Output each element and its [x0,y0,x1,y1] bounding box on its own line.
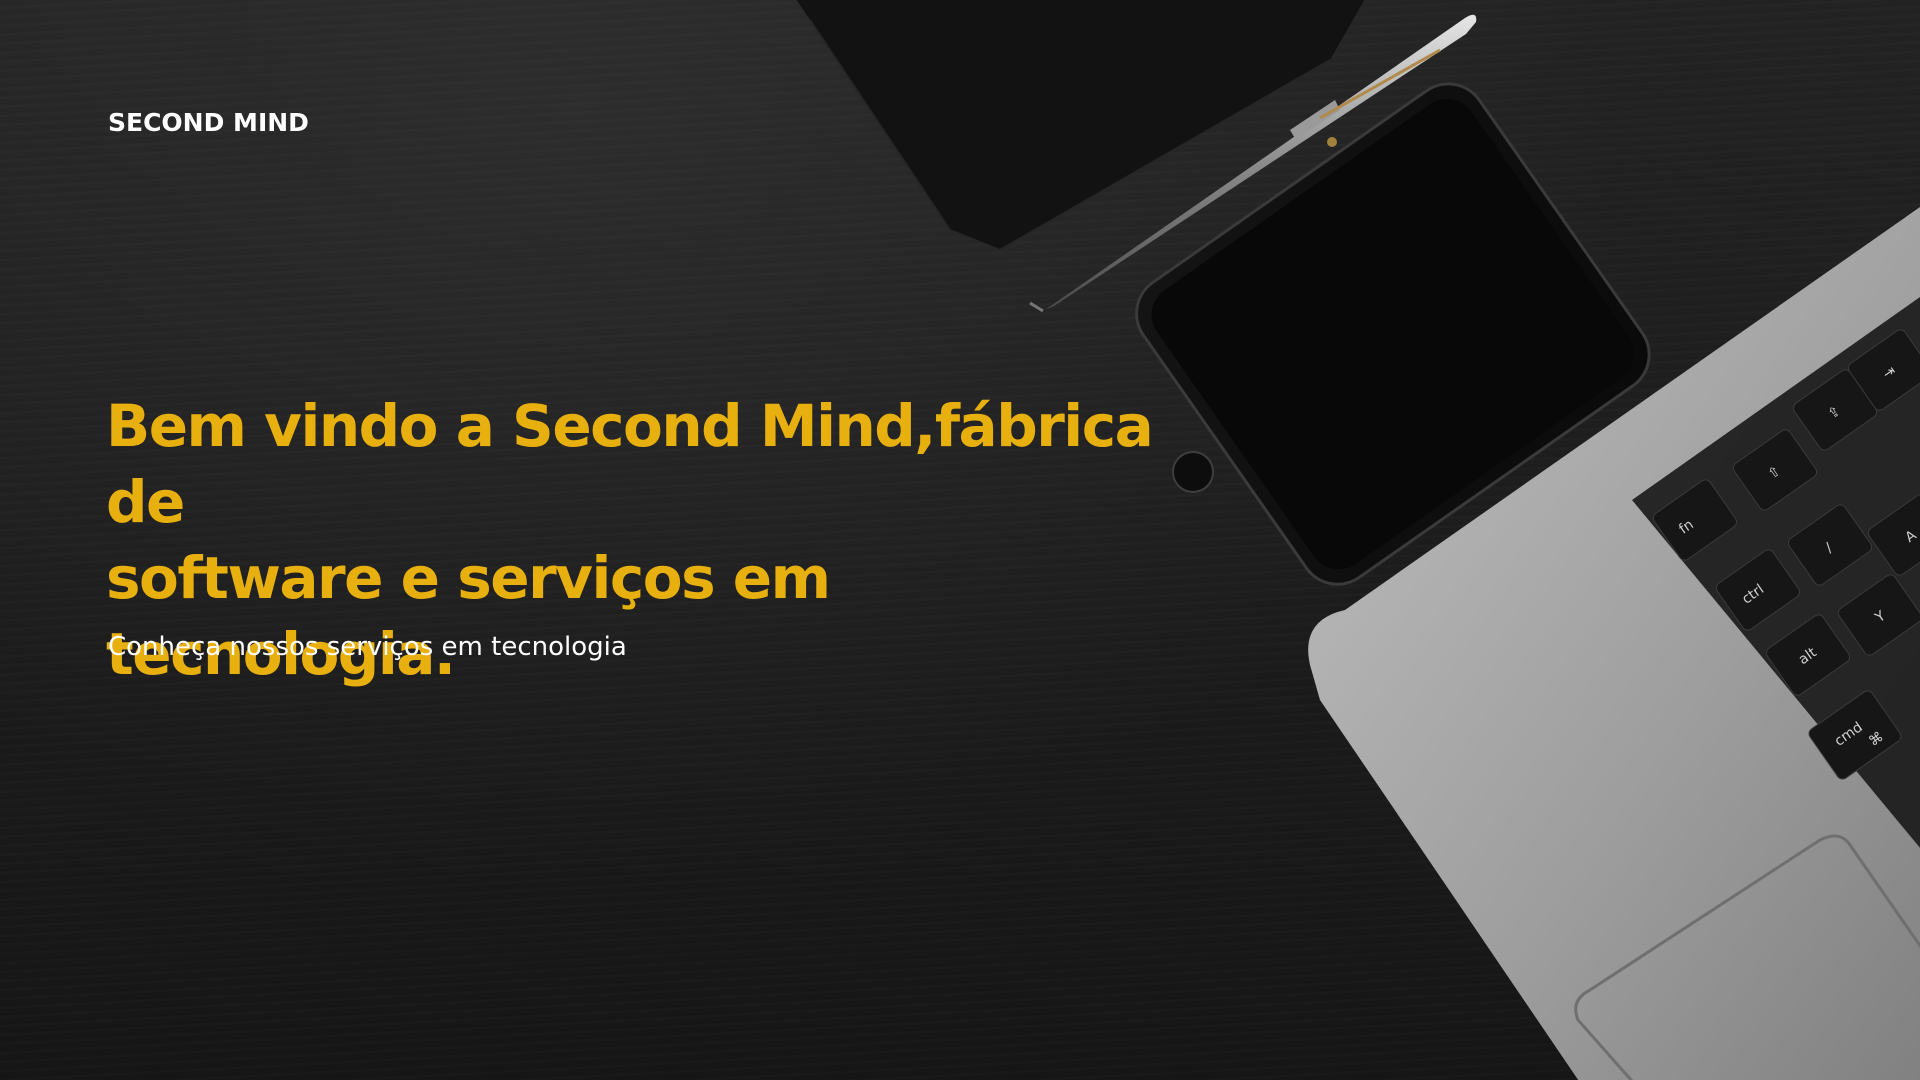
hero-section: fn ctrl alt cmd ⌘ ⇧ ⇪ ⇥ / Y A SECOND MIN… [0,0,1920,1080]
headline-line-2: software e serviços em tecnologia. [106,544,831,688]
hero-subtitle: Conheça nossos serviços em tecnologia [108,632,627,662]
brand-logo[interactable]: SECOND MIND [108,108,309,137]
headline-line-1: Bem vindo a Second Mind,fábrica de [106,392,1154,536]
